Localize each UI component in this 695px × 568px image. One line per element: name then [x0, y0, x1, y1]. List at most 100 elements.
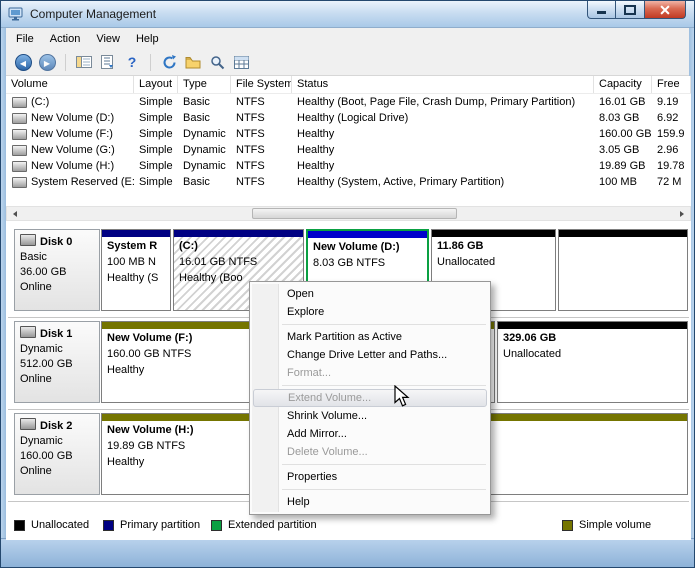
- context-menu-item-properties[interactable]: Properties: [253, 468, 487, 486]
- drive-icon: [12, 129, 27, 140]
- column-header-layout[interactable]: Layout: [134, 76, 178, 93]
- refresh-icon[interactable]: [158, 51, 180, 73]
- partition-size: 16.01 GB NTFS: [174, 253, 303, 269]
- context-menu-separator: [282, 385, 486, 386]
- logical-drive-strip: [308, 231, 427, 238]
- volume-layout: Simple: [134, 160, 178, 172]
- volume-file-system: NTFS: [231, 128, 292, 140]
- title-bar[interactable]: Computer Management: [1, 1, 694, 28]
- volume-type: Basic: [178, 112, 231, 124]
- volume-status: Healthy (Logical Drive): [292, 112, 594, 124]
- partition-h[interactable]: New Volume (H:) 19.89 GB NTFS Healthy: [101, 413, 251, 495]
- menu-help[interactable]: Help: [128, 30, 167, 48]
- maximize-button[interactable]: [616, 1, 644, 19]
- partition-unallocated[interactable]: 329.06 GB Unallocated: [497, 321, 688, 403]
- scroll-left-icon[interactable]: [7, 207, 23, 220]
- disk-info-disk0[interactable]: Disk 0 Basic 36.00 GB Online: [14, 229, 100, 311]
- context-menu-item-open[interactable]: Open: [253, 285, 487, 303]
- drive-icon: [12, 97, 27, 108]
- partition-size: 19.89 GB NTFS: [102, 437, 250, 453]
- context-menu-item-help[interactable]: Help: [253, 493, 487, 511]
- unallocated-strip: [432, 230, 555, 237]
- volume-row[interactable]: New Volume (F:) Simple Dynamic NTFS Heal…: [6, 126, 691, 142]
- volume-type: Dynamic: [178, 128, 231, 140]
- disk-type: Dynamic: [20, 434, 94, 449]
- menu-view[interactable]: View: [88, 30, 128, 48]
- open-folder-icon[interactable]: [182, 51, 204, 73]
- close-button[interactable]: [644, 1, 686, 19]
- back-icon[interactable]: [12, 51, 34, 73]
- show-table-icon[interactable]: [230, 51, 252, 73]
- column-header-volume[interactable]: Volume: [6, 76, 134, 93]
- scroll-right-icon[interactable]: [674, 207, 690, 220]
- volume-status: Healthy: [292, 144, 594, 156]
- window-border-bottom: [1, 538, 694, 567]
- volume-status: Healthy: [292, 128, 594, 140]
- volume-capacity: 3.05 GB: [594, 144, 652, 156]
- volume-layout: Simple: [134, 128, 178, 140]
- menu-bar: File Action View Help: [6, 28, 689, 49]
- export-list-icon[interactable]: [97, 51, 119, 73]
- horizontal-scrollbar[interactable]: [6, 206, 691, 221]
- partition-unallocated[interactable]: [558, 229, 688, 311]
- volume-free: 9.19: [652, 96, 691, 108]
- context-menu-separator: [282, 489, 486, 490]
- disk-info-disk1[interactable]: Disk 1 Dynamic 512.00 GB Online: [14, 321, 100, 403]
- volume-row[interactable]: (C:) Simple Basic NTFS Healthy (Boot, Pa…: [6, 94, 691, 110]
- disk-size: 512.00 GB: [20, 357, 94, 372]
- window-controls: [587, 1, 686, 19]
- column-header-file-system[interactable]: File System: [231, 76, 292, 93]
- volume-free: 19.78: [652, 160, 691, 172]
- volume-capacity: 19.89 GB: [594, 160, 652, 172]
- context-menu-item-change-drive-letter[interactable]: Change Drive Letter and Paths...: [253, 346, 487, 364]
- show-console-tree-icon[interactable]: [73, 51, 95, 73]
- forward-icon[interactable]: [36, 51, 58, 73]
- volume-list-header: Volume Layout Type File System Status Ca…: [6, 76, 691, 94]
- column-header-capacity[interactable]: Capacity: [594, 76, 652, 93]
- volume-type: Basic: [178, 96, 231, 108]
- legend-simple-volume: Simple volume: [562, 519, 651, 531]
- context-menu-item-explore[interactable]: Explore: [253, 303, 487, 321]
- volume-free: 6.92: [652, 112, 691, 124]
- volume-row[interactable]: New Volume (G:) Simple Dynamic NTFS Heal…: [6, 142, 691, 158]
- context-menu-item-shrink-volume[interactable]: Shrink Volume...: [253, 407, 487, 425]
- column-header-free[interactable]: Free: [652, 76, 691, 93]
- volume-name: New Volume (D:): [31, 112, 114, 124]
- minimize-button[interactable]: [587, 1, 616, 19]
- find-icon[interactable]: [206, 51, 228, 73]
- toolbar-separator: [150, 54, 151, 71]
- volume-row[interactable]: System Reserved (E:) Simple Basic NTFS H…: [6, 174, 691, 190]
- context-menu-item-mark-partition-active[interactable]: Mark Partition as Active: [253, 328, 487, 346]
- menu-action[interactable]: Action: [42, 30, 89, 48]
- volume-row[interactable]: New Volume (D:) Simple Basic NTFS Health…: [6, 110, 691, 126]
- partition-name: (C:): [174, 237, 303, 253]
- volume-type: Dynamic: [178, 144, 231, 156]
- context-menu-item-add-mirror[interactable]: Add Mirror...: [253, 425, 487, 443]
- volume-file-system: NTFS: [231, 160, 292, 172]
- legend-label: Simple volume: [579, 519, 651, 531]
- volume-capacity: 100 MB: [594, 176, 652, 188]
- legend-extended-partition: Extended partition: [211, 519, 317, 531]
- disk-type: Dynamic: [20, 342, 94, 357]
- volume-row[interactable]: New Volume (H:) Simple Dynamic NTFS Heal…: [6, 158, 691, 174]
- context-menu: Open Explore Mark Partition as Active Ch…: [249, 281, 491, 515]
- column-header-status[interactable]: Status: [292, 76, 594, 93]
- context-menu-separator: [282, 464, 486, 465]
- partition-system-reserved[interactable]: System R 100 MB N Healthy (S: [101, 229, 171, 311]
- disk-info-disk2[interactable]: Disk 2 Dynamic 160.00 GB Online: [14, 413, 100, 495]
- volume-file-system: NTFS: [231, 96, 292, 108]
- column-header-type[interactable]: Type: [178, 76, 231, 93]
- help-icon[interactable]: ?: [121, 51, 143, 73]
- volume-file-system: NTFS: [231, 112, 292, 124]
- context-menu-separator: [282, 324, 486, 325]
- disk-status: Online: [20, 464, 94, 479]
- drive-icon: [12, 145, 27, 156]
- unallocated-strip: [498, 322, 687, 329]
- menu-file[interactable]: File: [8, 30, 42, 48]
- volume-name: New Volume (G:): [31, 144, 115, 156]
- scrollbar-thumb[interactable]: [252, 208, 457, 219]
- disk-type: Basic: [20, 250, 94, 265]
- computer-management-window: Computer Management File Action View Hel…: [0, 0, 695, 568]
- partition-status: Healthy (S: [102, 269, 170, 285]
- partition-size: 8.03 GB NTFS: [308, 254, 427, 270]
